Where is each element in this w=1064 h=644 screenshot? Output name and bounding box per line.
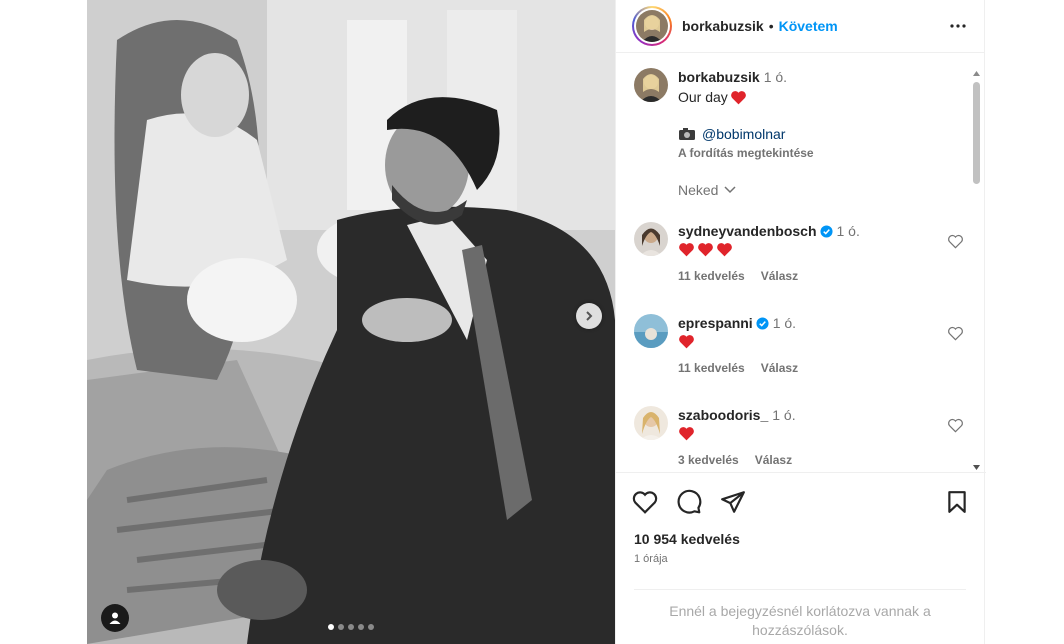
more-horizontal-icon [950, 24, 966, 28]
photographer-mention-link[interactable]: @bobimolnar [702, 126, 785, 142]
comments-section[interactable]: borkabuzsik 1 ó. Our day @bobimolnar A fo… [616, 54, 986, 472]
comment-username[interactable]: sydneyvandenbosch [678, 223, 817, 239]
chevron-down-icon [724, 186, 736, 194]
caption-text: Our day [678, 89, 728, 105]
post-actions: 10 954 kedvelés 1 órája [616, 472, 986, 565]
verified-badge-icon [819, 225, 833, 238]
comment-like-heart-icon[interactable] [947, 326, 964, 341]
scrollbar-thumb[interactable] [973, 82, 980, 184]
red-heart-emoji-icon [679, 335, 694, 349]
user-icon [109, 612, 121, 624]
comment-username[interactable]: szaboodoris_ [678, 407, 768, 423]
share-button[interactable] [720, 489, 746, 515]
bookmark-icon [948, 491, 966, 513]
carousel-dot [358, 624, 364, 630]
carousel-dot [348, 624, 354, 630]
comments-restricted-notice: Ennél a bejegyzésnél korlátozva vannak a… [634, 589, 966, 640]
commenter-avatar[interactable] [634, 406, 668, 440]
comment-time: 1 ó. [772, 315, 797, 331]
red-heart-emoji-icon [679, 243, 694, 257]
triangle-up-icon [973, 70, 980, 76]
carousel-dots [87, 624, 615, 630]
for-you-dropdown[interactable]: Neked [678, 182, 964, 198]
carousel-next-button[interactable] [576, 303, 602, 329]
comment-button[interactable] [676, 489, 702, 515]
red-heart-emoji-icon [698, 243, 713, 257]
caption-avatar[interactable] [634, 68, 668, 102]
post-photo[interactable] [87, 0, 615, 644]
comments-scrollbar[interactable] [971, 68, 982, 472]
commenter-avatar[interactable] [634, 314, 668, 348]
comment-like-heart-icon[interactable] [947, 418, 964, 433]
author-avatar [636, 10, 668, 42]
red-heart-emoji-icon [717, 243, 732, 257]
save-button[interactable] [944, 489, 970, 515]
comment-likes[interactable]: 11 kedvelés [678, 361, 745, 375]
post-side-panel: borkabuzsik • Követem borkabuzsik 1 ó. Ou… [615, 0, 986, 644]
scroll-down-arrow[interactable] [971, 462, 982, 472]
camera-emoji-icon [679, 128, 695, 140]
reply-button[interactable]: Válasz [761, 269, 798, 283]
story-ring[interactable] [632, 6, 672, 46]
caption-username[interactable]: borkabuzsik [678, 69, 760, 85]
likes-count[interactable]: 10 954 kedvelés [616, 531, 986, 547]
triangle-down-icon [973, 464, 980, 470]
comment-username[interactable]: eprespanni [678, 315, 753, 331]
caption-entry: borkabuzsik 1 ó. Our day @bobimolnar A fo… [634, 68, 964, 198]
verified-badge-icon [756, 317, 769, 330]
more-options-button[interactable] [946, 14, 970, 38]
comment-item: szaboodoris_ 1 ó. 3 kedvelés Válasz [634, 406, 964, 467]
comment-like-heart-icon[interactable] [947, 234, 964, 249]
comment-time: 1 ó. [836, 223, 860, 239]
like-button[interactable] [632, 489, 658, 515]
comment-icon [677, 489, 702, 514]
follow-button[interactable]: Követem [779, 18, 838, 34]
reply-button[interactable]: Válasz [755, 453, 792, 467]
scroll-up-arrow[interactable] [971, 68, 982, 78]
photo-scene [87, 0, 615, 644]
caption-time: 1 ó. [763, 69, 788, 85]
for-you-label: Neked [678, 182, 719, 198]
post-time-ago[interactable]: 1 órája [616, 553, 986, 565]
author-username[interactable]: borkabuzsik [682, 18, 764, 34]
comment-item: sydneyvandenbosch 1 ó. 11 kedvelés Válasz [634, 222, 964, 283]
carousel-dot [338, 624, 344, 630]
header-separator: • [768, 18, 774, 34]
reply-button[interactable]: Válasz [761, 361, 798, 375]
see-translation-link[interactable]: A fordítás megtekintése [678, 146, 964, 160]
paper-plane-icon [721, 491, 745, 513]
carousel-dot [328, 624, 334, 630]
comment-item: eprespanni 1 ó. 11 kedvelés Válasz [634, 314, 964, 375]
post-header: borkabuzsik • Követem [616, 0, 984, 53]
commenter-avatar[interactable] [634, 222, 668, 256]
chevron-right-icon [586, 311, 593, 321]
comment-likes[interactable]: 3 kedvelés [678, 453, 739, 467]
red-heart-emoji-icon [679, 427, 694, 441]
comment-likes[interactable]: 11 kedvelés [678, 269, 745, 283]
comment-time: 1 ó. [772, 407, 796, 423]
carousel-dot [368, 624, 374, 630]
red-heart-emoji-icon [730, 90, 746, 104]
heart-icon [632, 491, 658, 514]
